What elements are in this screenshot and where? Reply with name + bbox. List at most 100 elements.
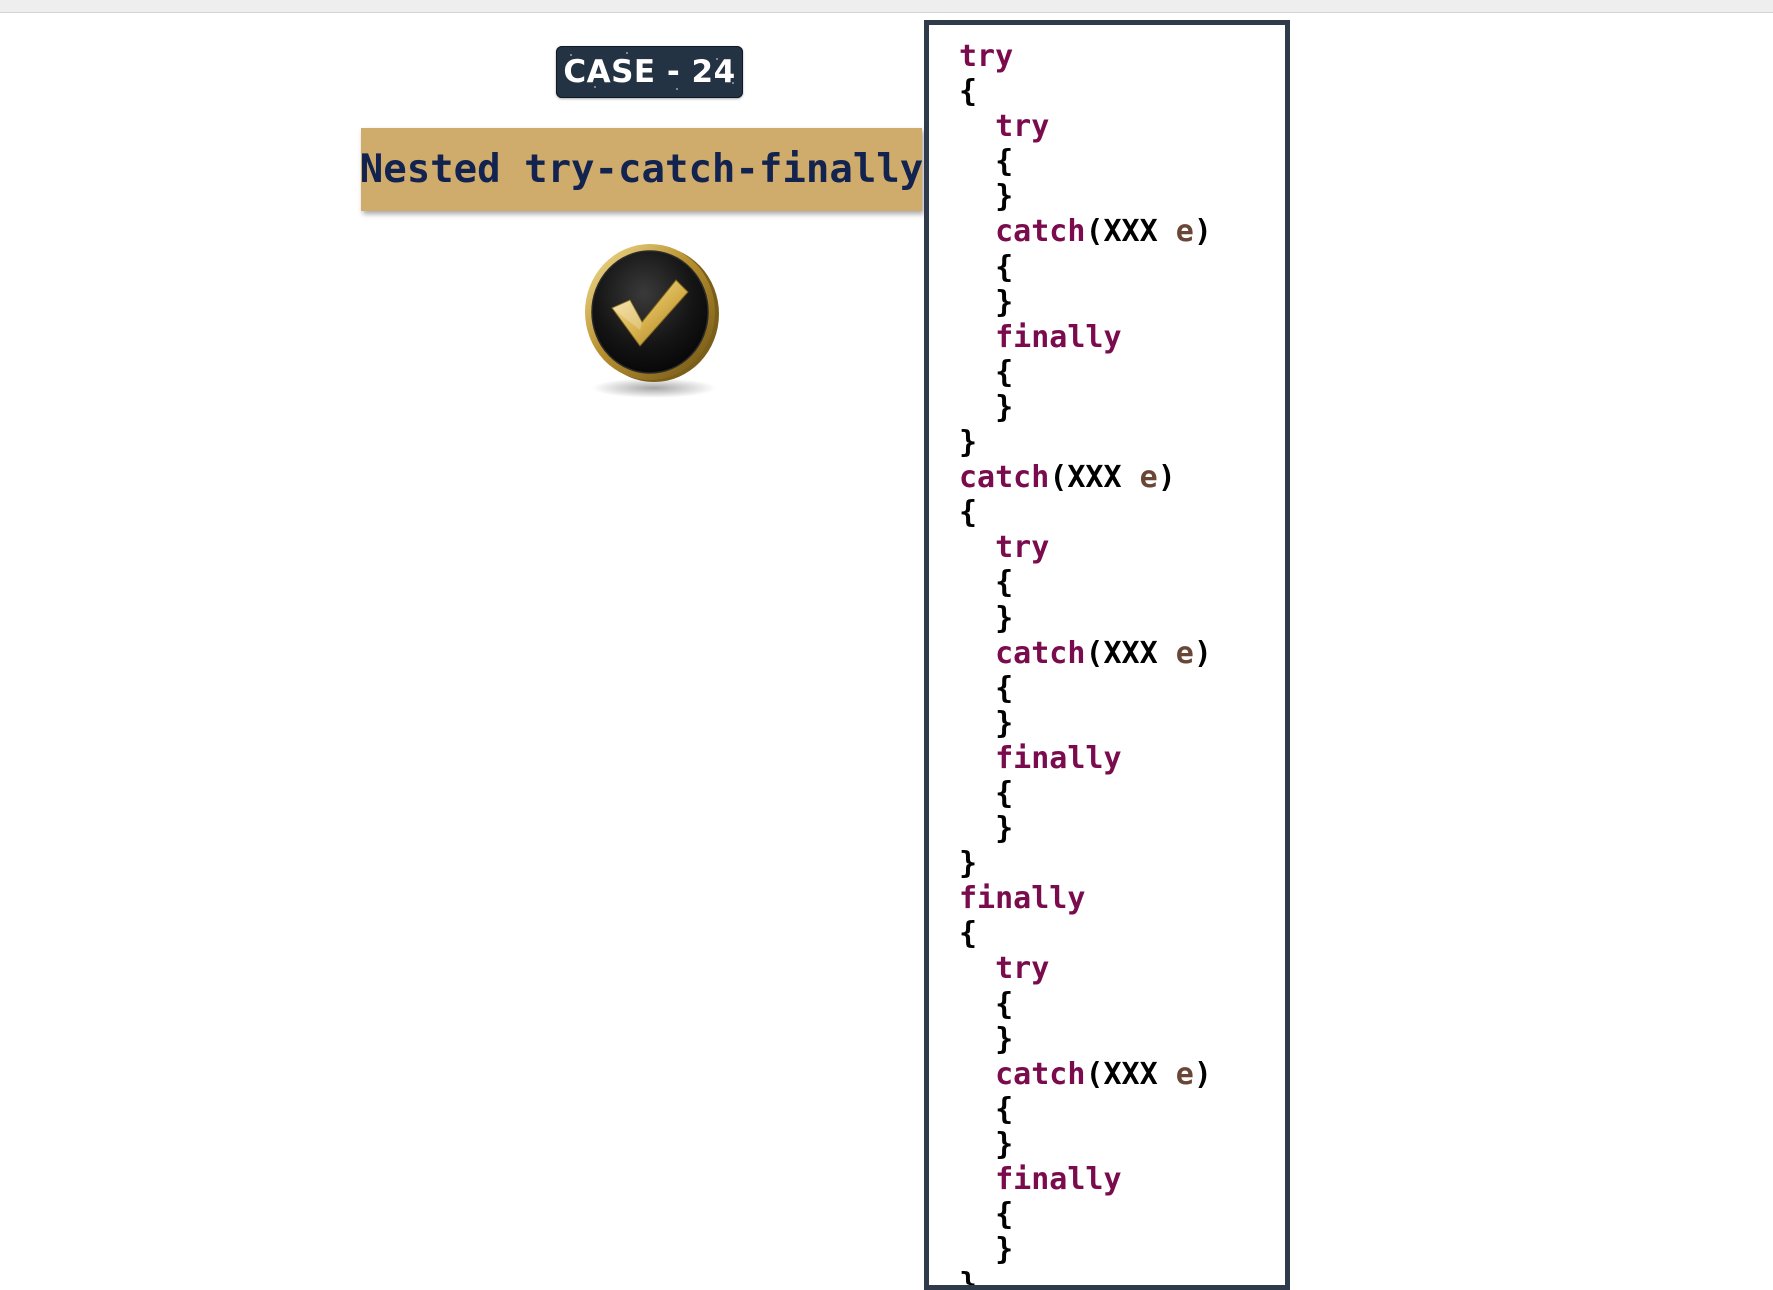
title-banner: Nested try-catch-finally: [359, 128, 924, 211]
code-punctuation: }: [959, 179, 1014, 215]
code-punctuation: {: [959, 775, 1014, 811]
code-punctuation: (: [1085, 214, 1104, 250]
code-punctuation: {: [959, 354, 1014, 390]
code-line: finally: [959, 741, 1212, 776]
code-line: {: [959, 776, 1212, 811]
code-line: }: [959, 179, 1212, 214]
code-line: }: [959, 706, 1212, 741]
badge-texture: [716, 58, 718, 60]
code-line: {: [959, 355, 1212, 390]
code-punctuation: (: [1049, 460, 1068, 496]
code-line: }: [959, 1232, 1212, 1267]
browser-top-bar: [0, 0, 1773, 13]
code-punctuation: {: [959, 1091, 1014, 1127]
code-line: }: [959, 601, 1212, 636]
code-punctuation: }: [959, 1126, 1014, 1162]
code-punctuation: }: [959, 284, 1014, 320]
code-line: try: [959, 39, 1212, 74]
code-line: {: [959, 1092, 1212, 1127]
code-type: XXX: [1103, 635, 1158, 671]
code-punctuation: {: [959, 916, 978, 952]
case-badge: CASE - 24: [556, 46, 743, 98]
code-punctuation: {: [959, 670, 1014, 706]
code-keyword: try: [959, 109, 1050, 145]
code-line: catch(XXX e): [959, 460, 1212, 495]
code-line: {: [959, 1197, 1212, 1232]
code-line: try: [959, 109, 1212, 144]
code-punctuation: }: [959, 811, 1014, 847]
code-line: {: [959, 495, 1212, 530]
code-line: catch(XXX e): [959, 214, 1212, 249]
code-punctuation: (: [1085, 1056, 1104, 1092]
code-line: }: [959, 1022, 1212, 1057]
code-keyword: try: [959, 530, 1050, 566]
code-punctuation: ): [1193, 1056, 1212, 1092]
code-punctuation: ): [1157, 460, 1176, 496]
code-keyword: catch: [959, 460, 1050, 496]
code-punctuation: ): [1193, 635, 1212, 671]
code-punctuation: ): [1193, 214, 1212, 250]
code-line: finally: [959, 1162, 1212, 1197]
code-line: {: [959, 916, 1212, 951]
checkmark-coin-icon: [585, 244, 719, 398]
code-punctuation: {: [959, 249, 1014, 285]
code-punctuation: {: [959, 495, 978, 531]
code-keyword: catch: [959, 1056, 1086, 1092]
code-punctuation: }: [959, 389, 1014, 425]
code-punctuation: {: [959, 986, 1014, 1022]
case-badge-label: CASE - 24: [563, 54, 736, 90]
code-punctuation: }: [959, 1021, 1014, 1057]
code-line: }: [959, 1267, 1212, 1290]
code-punctuation: {: [959, 1197, 1014, 1233]
code-punctuation: {: [959, 565, 1014, 601]
code-line: }: [959, 811, 1212, 846]
code-line: finally: [959, 320, 1212, 355]
code-punctuation: }: [959, 1232, 1014, 1268]
code-type: XXX: [1103, 214, 1158, 250]
page-title: Nested try-catch-finally: [359, 147, 924, 192]
code-punctuation: }: [959, 425, 978, 461]
code-type: XXX: [1103, 1056, 1158, 1092]
code-punctuation: {: [959, 74, 978, 110]
code-variable: e: [1121, 460, 1158, 496]
code-keyword: try: [959, 39, 1014, 74]
code-line: }: [959, 425, 1212, 460]
badge-texture: [570, 54, 572, 56]
code-line: finally: [959, 881, 1212, 916]
code-punctuation: }: [959, 1267, 978, 1290]
code-variable: e: [1157, 635, 1194, 671]
badge-texture: [594, 86, 596, 88]
code-line: {: [959, 671, 1212, 706]
code-line: {: [959, 74, 1212, 109]
code-keyword: finally: [959, 1162, 1122, 1197]
code-line: {: [959, 250, 1212, 285]
code-punctuation: }: [959, 600, 1014, 636]
code-punctuation: (: [1085, 635, 1104, 671]
code-punctuation: }: [959, 705, 1014, 741]
code-variable: e: [1157, 1056, 1194, 1092]
code-keyword: finally: [959, 740, 1122, 776]
code-keyword: finally: [959, 881, 1086, 917]
code-variable: e: [1157, 214, 1194, 250]
code-line: {: [959, 565, 1212, 600]
code-line: }: [959, 1127, 1212, 1162]
code-line: try: [959, 951, 1212, 986]
badge-texture: [626, 52, 628, 54]
code-type: XXX: [1067, 460, 1122, 496]
code-panel: try{ try { } catch(XXX e) { } finally { …: [924, 20, 1290, 1290]
code-line: catch(XXX e): [959, 1057, 1212, 1092]
code-keyword: catch: [959, 635, 1086, 671]
code-keyword: finally: [959, 319, 1122, 355]
code-line: }: [959, 285, 1212, 320]
badge-texture: [676, 88, 678, 90]
code-punctuation: }: [959, 846, 978, 882]
code-line: }: [959, 390, 1212, 425]
code-line: }: [959, 846, 1212, 881]
code-punctuation: {: [959, 144, 1014, 180]
code-keyword: catch: [959, 214, 1086, 250]
code-line: catch(XXX e): [959, 636, 1212, 671]
code-keyword: try: [959, 951, 1050, 987]
code-block: try{ try { } catch(XXX e) { } finally { …: [959, 39, 1212, 1290]
code-line: try: [959, 530, 1212, 565]
code-line: {: [959, 144, 1212, 179]
